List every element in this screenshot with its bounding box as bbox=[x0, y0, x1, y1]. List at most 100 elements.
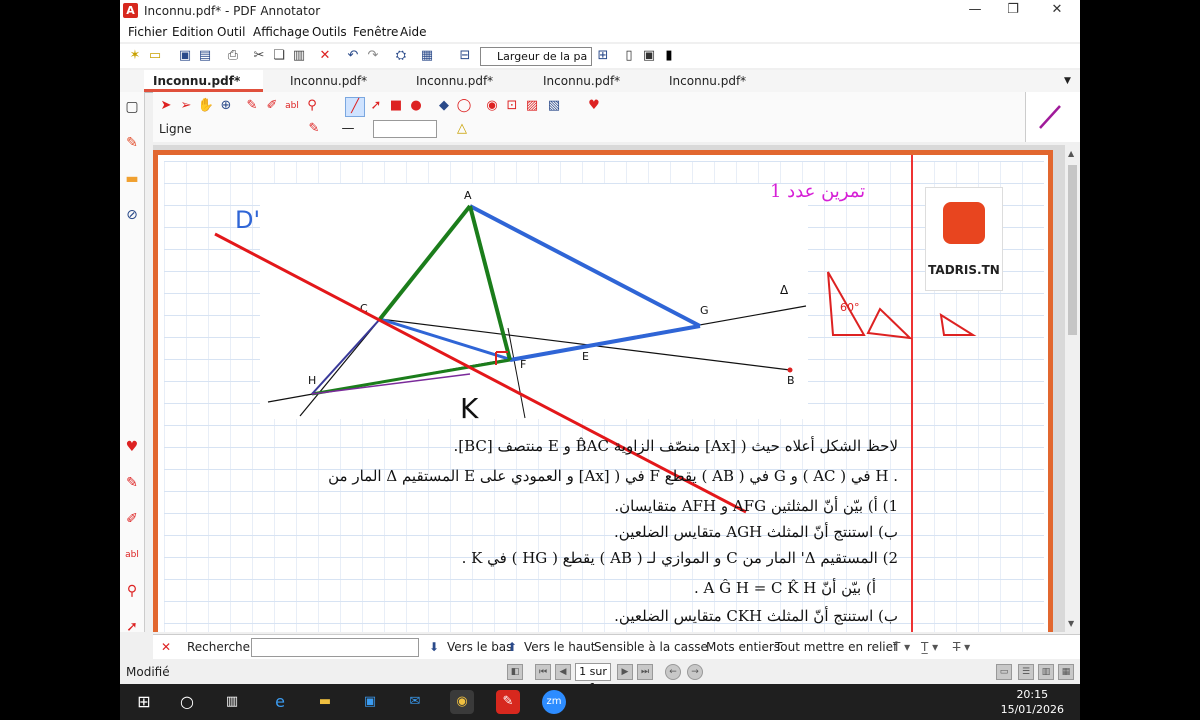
task-view-icon[interactable]: ▥ bbox=[220, 690, 244, 714]
last-page-icon[interactable]: ⏭ bbox=[637, 664, 653, 680]
scroll-up-icon[interactable]: ▲ bbox=[1068, 149, 1074, 158]
restore-button[interactable]: ❐ bbox=[990, 0, 1036, 22]
menu-aide[interactable]: Aide bbox=[400, 25, 427, 39]
save-icon[interactable]: ▣ bbox=[176, 47, 194, 65]
crop-tool-icon[interactable]: ⊡ bbox=[503, 97, 521, 115]
paste-icon[interactable]: ▥ bbox=[290, 47, 308, 65]
hand-icon[interactable]: ✋ bbox=[197, 97, 215, 115]
pen-tool-icon[interactable]: ✎ bbox=[243, 97, 261, 115]
back-icon[interactable]: ← bbox=[665, 664, 681, 680]
delete-icon[interactable]: ✕ bbox=[316, 47, 334, 65]
highlight-all-toggle[interactable]: Tout mettre en relief bbox=[775, 640, 897, 654]
ellipse-tool-icon[interactable]: ● bbox=[407, 97, 425, 115]
scroll-thumb[interactable] bbox=[1068, 165, 1077, 335]
zoom-select[interactable]: Largeur de la pa bbox=[480, 47, 592, 66]
fit-width-icon[interactable]: ▣ bbox=[640, 47, 658, 65]
two-pages-icon[interactable]: ▥ bbox=[1038, 664, 1054, 680]
case-sensitive-toggle[interactable]: Sensible à la casse bbox=[594, 640, 708, 654]
insert-tool-icon[interactable]: ▧ bbox=[545, 97, 563, 115]
tab-document-5[interactable]: Inconnu.pdf* bbox=[669, 70, 746, 92]
line-width-icon[interactable]: — bbox=[339, 120, 357, 138]
first-page-icon[interactable]: ⏮ bbox=[535, 664, 551, 680]
favorites-heart-icon[interactable]: ♥ bbox=[123, 438, 141, 456]
zoom-app-icon[interactable]: zm bbox=[542, 690, 566, 714]
tab-document-3[interactable]: Inconnu.pdf* bbox=[416, 70, 493, 92]
tab-document-4[interactable]: Inconnu.pdf* bbox=[543, 70, 620, 92]
forward-icon[interactable]: → bbox=[687, 664, 703, 680]
attach-icon[interactable]: ⊘ bbox=[123, 206, 141, 224]
pdf-annotator-icon[interactable]: ✎ bbox=[496, 690, 520, 714]
menu-outil[interactable]: Outil bbox=[217, 25, 245, 39]
arrow-icon[interactable]: ➚ bbox=[123, 618, 141, 636]
page-view-icon[interactable]: ▯ bbox=[620, 47, 638, 65]
search-input[interactable] bbox=[251, 638, 419, 657]
zoom-in-icon[interactable]: ⊞ bbox=[594, 47, 612, 65]
save-all-icon[interactable]: ▤ bbox=[196, 47, 214, 65]
rectangle-tool-icon[interactable]: ■ bbox=[387, 97, 405, 115]
marker-tool-icon[interactable]: ✐ bbox=[263, 97, 281, 115]
highlighter-icon[interactable]: ✐ bbox=[123, 510, 141, 528]
text-box-icon[interactable]: abl bbox=[123, 546, 141, 564]
select-icon[interactable]: ➤ bbox=[157, 97, 175, 115]
eraser-tool-icon[interactable]: ◆ bbox=[435, 97, 453, 115]
undo-icon[interactable]: ↶ bbox=[344, 47, 362, 65]
chrome-icon[interactable]: ◉ bbox=[450, 690, 474, 714]
line-style-select[interactable] bbox=[373, 120, 437, 138]
prev-page-icon[interactable]: ◀ bbox=[555, 664, 571, 680]
print-icon[interactable]: ⎙ bbox=[224, 47, 242, 65]
lasso-tool-icon[interactable]: ◯ bbox=[455, 97, 473, 115]
redo-icon[interactable]: ↷ bbox=[364, 47, 382, 65]
menu-affichage[interactable]: Affichage bbox=[253, 25, 309, 39]
snapshot-tool-icon[interactable]: ◉ bbox=[483, 97, 501, 115]
scroll-down-icon[interactable]: ▼ bbox=[1068, 619, 1074, 628]
line-options-icon[interactable]: △ bbox=[453, 120, 471, 138]
menu-fenetre[interactable]: Fenêtre bbox=[353, 25, 398, 39]
store-icon[interactable]: ▣ bbox=[358, 690, 382, 714]
mail-icon[interactable]: ✉ bbox=[403, 690, 427, 714]
select-multi-icon[interactable]: ➢ bbox=[177, 97, 195, 115]
single-page-icon[interactable]: ▭ bbox=[996, 664, 1012, 680]
line-color-icon[interactable]: ✎ bbox=[305, 120, 323, 138]
menu-outils[interactable]: Outils bbox=[312, 25, 347, 39]
vertical-scrollbar[interactable]: ▲ ▼ bbox=[1065, 145, 1080, 632]
folder-icon[interactable]: ▬ bbox=[123, 170, 141, 188]
cut-icon[interactable]: ✂ bbox=[250, 47, 268, 65]
edge-icon[interactable]: e bbox=[268, 690, 292, 714]
new-icon[interactable]: ✶ bbox=[126, 47, 144, 65]
image-tool-icon[interactable]: ▨ bbox=[523, 97, 541, 115]
tab-document-2[interactable]: Inconnu.pdf* bbox=[290, 70, 367, 92]
search-up-button[interactable]: Vers le haut bbox=[524, 640, 595, 654]
zoom-tool-icon[interactable]: ⊕ bbox=[217, 97, 235, 115]
page-number-field[interactable]: 1 sur 1 bbox=[575, 663, 611, 684]
continuous-icon[interactable]: ☰ bbox=[1018, 664, 1034, 680]
close-search-icon[interactable]: ✕ bbox=[161, 640, 171, 654]
stamp-tool-icon[interactable]: ⚲ bbox=[303, 97, 321, 115]
find-icon[interactable]: ⛭ bbox=[392, 47, 410, 65]
text-style-icon[interactable]: T ▾ bbox=[893, 640, 910, 654]
close-button[interactable]: ✕ bbox=[1034, 0, 1080, 22]
next-page-icon[interactable]: ▶ bbox=[617, 664, 633, 680]
search-circle-icon[interactable]: ○ bbox=[175, 690, 199, 714]
arrow-tool-icon[interactable]: ➚ bbox=[367, 97, 385, 115]
open-icon[interactable]: ▭ bbox=[146, 47, 164, 65]
search-down-button[interactable]: Vers le bas bbox=[447, 640, 512, 654]
zoom-out-icon[interactable]: ⊟ bbox=[456, 47, 474, 65]
whole-words-toggle[interactable]: Mots entiers bbox=[706, 640, 780, 654]
layout-icon[interactable]: ▦ bbox=[418, 47, 436, 65]
line-tool-icon[interactable]: ╱ bbox=[345, 97, 365, 117]
grid-view-icon[interactable]: ▦ bbox=[1058, 664, 1074, 680]
tab-document-1[interactable]: Inconnu.pdf* bbox=[144, 70, 263, 92]
menu-fichier[interactable]: Fichier bbox=[128, 25, 167, 39]
copy-icon[interactable]: ❏ bbox=[270, 47, 288, 65]
strike-style-icon[interactable]: T̶ ▾ bbox=[953, 640, 970, 654]
tab-menu-icon[interactable]: ▼ bbox=[1064, 70, 1071, 92]
pen-icon[interactable]: ✎ bbox=[123, 474, 141, 492]
page-icon[interactable]: ▢ bbox=[123, 98, 141, 116]
marker-icon[interactable]: ✎ bbox=[123, 134, 141, 152]
underline-style-icon[interactable]: T̲ ▾ bbox=[921, 640, 938, 654]
prev-doc-icon[interactable]: ◧ bbox=[507, 664, 523, 680]
explorer-icon[interactable]: ▬ bbox=[313, 690, 337, 714]
textbox-tool-icon[interactable]: abl bbox=[283, 97, 301, 115]
stamp-icon[interactable]: ⚲ bbox=[123, 582, 141, 600]
favorite-tool-icon[interactable]: ♥ bbox=[585, 97, 603, 115]
